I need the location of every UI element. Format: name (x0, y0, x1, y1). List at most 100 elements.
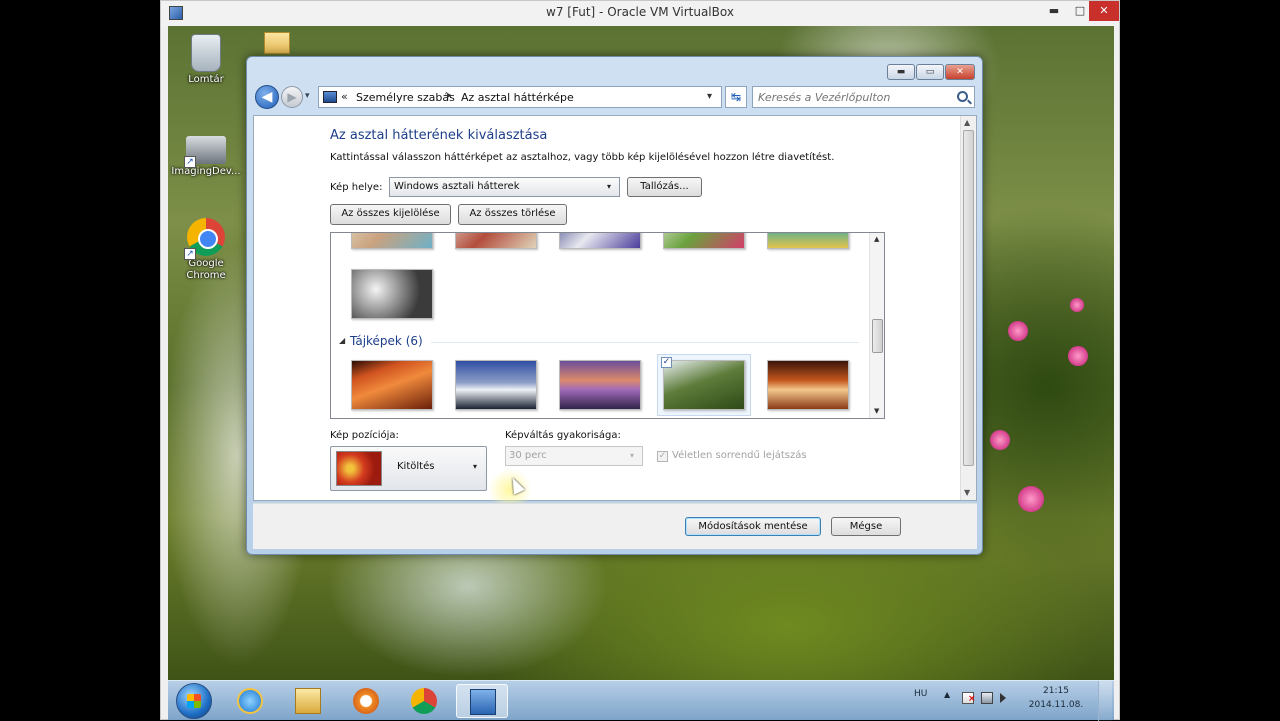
wallpaper-thumbnail[interactable] (559, 360, 641, 410)
chevron-down-icon: ▾ (630, 451, 635, 460)
media-player-icon (353, 688, 379, 714)
group-divider (431, 342, 859, 343)
shortcut-arrow-icon: ↗ (184, 248, 196, 260)
desktop-icon-imaging-device[interactable]: ↗ ImagingDev... (168, 130, 244, 178)
flower-decoration (990, 430, 1010, 450)
breadcrumb-separator-icon[interactable]: ▸ (447, 90, 452, 101)
address-bar[interactable]: « Személyre szabás ▸ Az asztal háttérkép… (318, 86, 722, 108)
file-explorer-icon (295, 688, 321, 714)
scroll-down-icon[interactable]: ▼ (964, 488, 970, 497)
shuffle-label: Véletlen sorrendű lejátszás (672, 450, 807, 461)
browse-button[interactable]: Tallózás... (627, 177, 702, 197)
content-scrollbar[interactable]: ▲ ▼ (960, 116, 976, 500)
wallpaper-thumbnail-selected[interactable] (663, 360, 745, 410)
page-title: Az asztal hátterének kiválasztása (330, 128, 548, 143)
thumbnail-checkbox[interactable]: ✓ (661, 357, 672, 368)
virtualbox-titlebar[interactable]: w7 [Fut] - Oracle VM VirtualBox ▬ □ ✕ (161, 1, 1119, 26)
scroll-down-icon[interactable]: ▼ (874, 407, 879, 415)
control-panel-window: ▬ ▭ ✕ ◀ ▶ ▾ « Személyre szabás ▸ Az aszt… (246, 56, 983, 555)
desktop-icon-recycle-bin[interactable]: Lomtár (168, 34, 244, 86)
control-panel-icon (323, 91, 337, 103)
control-panel-icon (470, 689, 496, 715)
dialog-footer: Módosítások mentése Mégse (253, 503, 977, 549)
desktop-icon-label: Google Chrome (186, 258, 226, 281)
wallpaper-thumbnail[interactable] (663, 233, 745, 249)
folder-icon[interactable] (264, 32, 290, 54)
volume-icon[interactable] (1000, 693, 1006, 703)
group-label: Tájképek (6) (350, 334, 423, 348)
minimize-button[interactable]: ▬ (887, 64, 915, 80)
wallpaper-thumbnail[interactable] (351, 360, 433, 410)
wallpaper-thumbnail[interactable] (351, 269, 433, 319)
chevron-down-icon: ▾ (607, 182, 612, 191)
wallpaper-thumbnail[interactable] (559, 233, 641, 249)
flower-decoration (1018, 486, 1044, 512)
close-button[interactable]: ✕ (945, 64, 975, 80)
virtualbox-title: w7 [Fut] - Oracle VM VirtualBox (546, 5, 734, 19)
desktop-icon-label: ImagingDev... (171, 166, 241, 177)
recycle-bin-icon (191, 34, 221, 72)
wallpaper-gallery: ◢ Tájképek (6) ✓ ▲ ▼ (330, 232, 885, 419)
show-hidden-icons-icon[interactable]: ▲ (944, 690, 950, 699)
refresh-button[interactable]: ↹ (725, 86, 747, 108)
change-frequency-select[interactable]: 30 perc ▾ (505, 446, 643, 466)
network-icon[interactable] (981, 692, 993, 704)
screen: w7 [Fut] - Oracle VM VirtualBox ▬ □ ✕ Lo… (0, 0, 1280, 721)
taskbar-app-chrome[interactable] (398, 684, 450, 718)
forward-button[interactable]: ▶ (281, 86, 303, 108)
guest-desktop: Lomtár ↗ ImagingDev... ↗ Google Chrome ▬… (168, 26, 1114, 680)
internet-explorer-icon (237, 688, 263, 714)
search-input[interactable] (758, 90, 948, 104)
picture-position-select[interactable]: Kitöltés ▾ (330, 446, 487, 491)
clock-date[interactable]: 2014.11.08. (1026, 700, 1086, 710)
maximize-button[interactable]: ▭ (916, 64, 944, 80)
shuffle-checkbox[interactable]: ✓ (657, 451, 668, 462)
wallpaper-thumbnail[interactable] (767, 360, 849, 410)
wallpaper-thumbnail[interactable] (351, 233, 433, 249)
wallpaper-thumbnail[interactable] (767, 233, 849, 249)
desktop-icon-label: Lomtár (188, 74, 224, 85)
collapse-arrow-icon[interactable]: ◢ (339, 336, 345, 345)
picture-position-value: Kitöltés (397, 461, 435, 472)
picture-location-select[interactable]: Windows asztali hátterek ▾ (389, 177, 620, 197)
show-desktop-button[interactable] (1098, 681, 1112, 721)
action-center-flag-icon[interactable] (962, 692, 976, 704)
scroll-up-icon[interactable]: ▲ (874, 235, 879, 243)
wallpaper-thumbnail[interactable] (455, 233, 537, 249)
gallery-scrollbar[interactable]: ▲ ▼ (869, 233, 884, 418)
select-all-button[interactable]: Az összes kijelölése (330, 204, 451, 225)
picture-location-label: Kép helye: (330, 182, 383, 193)
clock-time[interactable]: 21:15 (1034, 686, 1078, 696)
flower-decoration (1008, 321, 1028, 341)
virtualbox-window: w7 [Fut] - Oracle VM VirtualBox ▬ □ ✕ Lo… (160, 0, 1120, 721)
scroll-up-icon[interactable]: ▲ (964, 118, 970, 127)
start-button[interactable] (176, 683, 212, 719)
recent-pages-dropdown[interactable]: ▾ (305, 91, 310, 101)
back-button[interactable]: ◀ (255, 85, 279, 109)
language-indicator[interactable]: HU (914, 689, 927, 699)
save-changes-button[interactable]: Módosítások mentése (685, 517, 821, 536)
scrollbar-thumb[interactable] (963, 130, 974, 466)
page-subtitle: Kattintással válasszon háttérképet az as… (330, 152, 835, 163)
breadcrumb-desktop-background[interactable]: Az asztal háttérképe (461, 91, 574, 104)
picture-location-value: Windows asztali hátterek (394, 181, 520, 192)
scrollbar-thumb[interactable] (872, 319, 883, 353)
taskbar-app-control-panel[interactable] (456, 684, 508, 718)
group-header-landscapes[interactable]: ◢ Tájképek (6) (339, 334, 861, 350)
clear-all-button[interactable]: Az összes törlése (458, 204, 567, 225)
breadcrumb-overflow[interactable]: « (341, 90, 348, 103)
breadcrumb-personalization[interactable]: Személyre szabás (356, 91, 455, 104)
search-icon[interactable] (957, 91, 968, 102)
address-dropdown-icon[interactable]: ▾ (707, 91, 712, 102)
taskbar-app-file-explorer[interactable] (282, 684, 334, 718)
shortcut-arrow-icon: ↗ (184, 156, 196, 168)
taskbar-app-internet-explorer[interactable] (224, 684, 276, 718)
desktop-icon-chrome[interactable]: ↗ Google Chrome (168, 218, 244, 282)
search-box[interactable] (752, 86, 975, 108)
virtualbox-close-button[interactable]: ✕ (1089, 1, 1119, 21)
content-pane: Az asztal hátterének kiválasztása Kattin… (253, 115, 977, 512)
wallpaper-thumbnail[interactable] (455, 360, 537, 410)
taskbar-app-media-player[interactable] (340, 684, 392, 718)
cancel-button[interactable]: Mégse (831, 517, 901, 536)
virtualbox-minimize-button[interactable]: ▬ (1041, 1, 1067, 21)
